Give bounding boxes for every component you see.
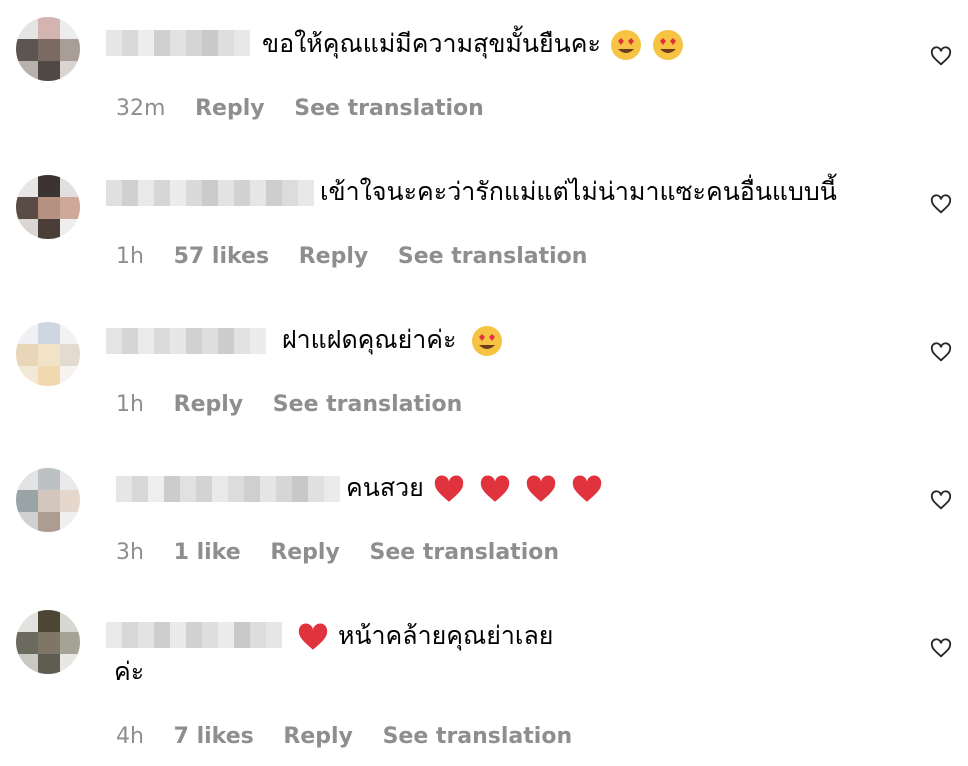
red-heart-emoji bbox=[298, 623, 328, 650]
avatar[interactable] bbox=[16, 175, 80, 239]
comment-meta: 1h 57 likes Reply See translation bbox=[116, 244, 609, 269]
likes-count[interactable]: 7 likes bbox=[174, 724, 254, 749]
comment-text-body: คนสวย bbox=[346, 473, 424, 502]
heart-outline-icon[interactable] bbox=[930, 45, 952, 67]
comment-time: 32m bbox=[116, 96, 166, 121]
comment-time: 1h bbox=[116, 392, 144, 417]
likes-count[interactable]: 57 likes bbox=[174, 244, 269, 269]
username-blurred[interactable] bbox=[106, 328, 266, 354]
username-blurred[interactable] bbox=[106, 30, 250, 56]
comment-time: 1h bbox=[116, 244, 144, 269]
comment-meta: 3h 1 like Reply See translation bbox=[116, 540, 581, 565]
reply-button[interactable]: Reply bbox=[270, 540, 340, 565]
reply-button[interactable]: Reply bbox=[283, 724, 353, 749]
heart-outline-icon[interactable] bbox=[930, 193, 952, 215]
likes-count[interactable]: 1 like bbox=[174, 540, 241, 565]
see-translation-button[interactable]: See translation bbox=[369, 540, 559, 565]
comment-time: 4h bbox=[116, 724, 144, 749]
reply-button[interactable]: Reply bbox=[299, 244, 369, 269]
red-heart-emoji bbox=[526, 475, 555, 502]
heart-eyes-emoji bbox=[472, 326, 503, 356]
see-translation-button[interactable]: See translation bbox=[273, 392, 463, 417]
username-blurred[interactable] bbox=[106, 180, 314, 206]
heart-eyes-emoji bbox=[610, 30, 641, 60]
comment-text-body: ฝาแฝดคุณย่าค่ะ bbox=[282, 325, 457, 354]
username-blurred[interactable] bbox=[106, 622, 282, 648]
comment-time: 3h bbox=[116, 540, 144, 565]
comment-text: หน้าคล้ายคุณย่าเลย bbox=[296, 619, 553, 654]
red-heart-emoji bbox=[572, 475, 601, 502]
comment-text: คนสวย bbox=[346, 471, 604, 506]
heart-outline-icon[interactable] bbox=[930, 341, 952, 363]
avatar[interactable] bbox=[16, 322, 80, 386]
comment-meta: 1h Reply See translation bbox=[116, 392, 484, 417]
heart-outline-icon[interactable] bbox=[930, 489, 952, 511]
comment-text: ฝาแฝดคุณย่าค่ะ bbox=[282, 323, 504, 358]
heart-eyes-emoji bbox=[652, 30, 683, 60]
heart-outline-icon[interactable] bbox=[930, 637, 952, 659]
reply-button[interactable]: Reply bbox=[195, 96, 265, 121]
see-translation-button[interactable]: See translation bbox=[398, 244, 588, 269]
comment-meta: 4h 7 likes Reply See translation bbox=[116, 724, 594, 749]
comment-text-body-line2: ค่ะ bbox=[114, 657, 145, 686]
see-translation-button[interactable]: See translation bbox=[294, 96, 484, 121]
comment-text-body: เข้าใจนะคะว่ารักแม่แต่ไม่น่ามาแซะคนอื่นแ… bbox=[320, 177, 837, 206]
see-translation-button[interactable]: See translation bbox=[383, 724, 573, 749]
comment-text-body: หน้าคล้ายคุณย่าเลย bbox=[337, 621, 554, 650]
avatar[interactable] bbox=[16, 610, 80, 674]
comment-text: ขอให้คุณแม่มีความสุขมั้นยืนคะ bbox=[262, 27, 685, 62]
comment-text-body: ขอให้คุณแม่มีความสุขมั้นยืนคะ bbox=[262, 29, 601, 58]
comment-text: เข้าใจนะคะว่ารักแม่แต่ไม่น่ามาแซะคนอื่นแ… bbox=[320, 175, 837, 209]
username-blurred[interactable] bbox=[116, 476, 340, 502]
avatar[interactable] bbox=[16, 17, 80, 81]
red-heart-emoji bbox=[480, 475, 509, 502]
comment-meta: 32m Reply See translation bbox=[116, 96, 506, 121]
comment-text-line2: ค่ะ bbox=[114, 655, 144, 689]
red-heart-emoji bbox=[434, 475, 463, 502]
avatar[interactable] bbox=[16, 468, 80, 532]
reply-button[interactable]: Reply bbox=[174, 392, 244, 417]
